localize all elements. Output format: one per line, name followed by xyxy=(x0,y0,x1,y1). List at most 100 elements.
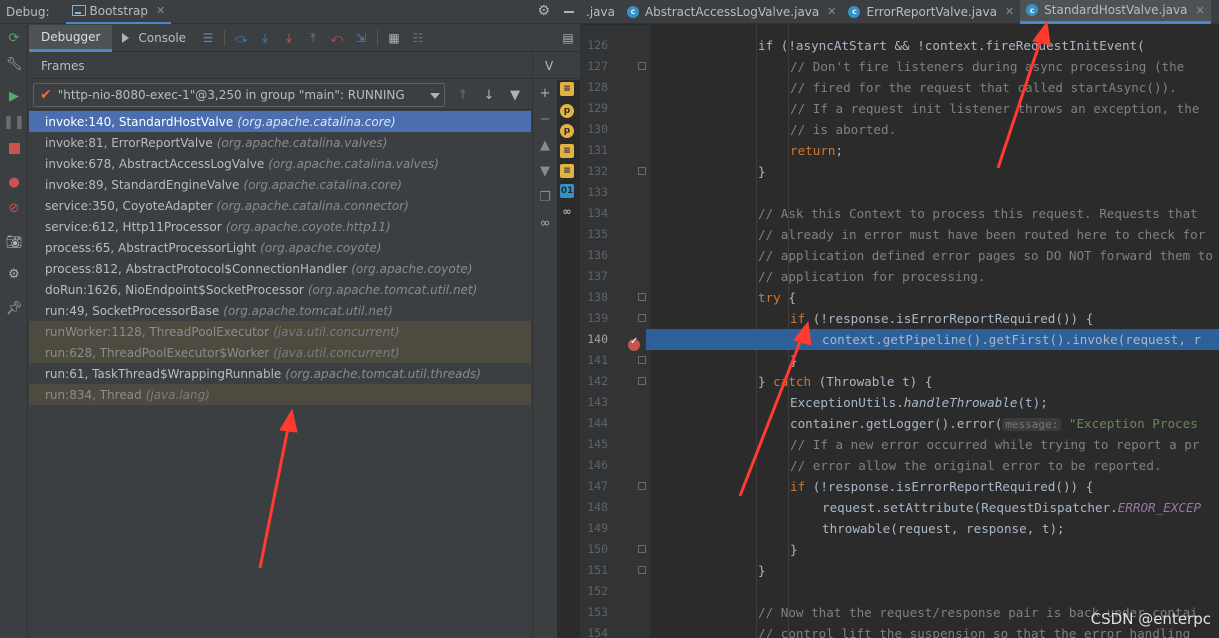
code-line-text: // application for processing. xyxy=(758,266,985,287)
close-icon[interactable]: ✕ xyxy=(827,5,836,18)
step-over-icon[interactable]: ⤼ xyxy=(233,30,249,46)
frame-row[interactable]: runWorker:1128, ThreadPoolExecutor (java.… xyxy=(29,321,531,342)
frame-row[interactable]: service:612, Http11Processor (org.apache.… xyxy=(29,216,531,237)
fold-marker-icon[interactable] xyxy=(638,482,646,490)
thread-select[interactable]: ✔ "http-nio-8080-exec-1"@3,250 in group … xyxy=(33,83,445,107)
settings-icon[interactable]: ⚙ xyxy=(7,267,21,282)
trace-icon[interactable]: ☷ xyxy=(410,30,426,46)
drop-frame-icon[interactable]: ⤺ xyxy=(329,30,345,46)
frame-method: invoke:89, StandardEngineValve xyxy=(45,177,240,192)
frame-row[interactable]: invoke:89, StandardEngineValve (org.apach… xyxy=(29,174,531,195)
pin-icon[interactable]: 📌︎ xyxy=(6,301,23,316)
frame-row[interactable]: run:834, Thread (java.lang) xyxy=(29,384,531,405)
breakpoint-icon[interactable] xyxy=(628,336,640,351)
frame-row[interactable]: run:49, SocketProcessorBase (org.apache.t… xyxy=(29,300,531,321)
frame-package: (org.apache.coyote) xyxy=(351,261,473,276)
arrow-up-icon[interactable]: ↑ xyxy=(455,87,471,103)
frame-package: (org.apache.catalina.connector) xyxy=(216,198,409,213)
stop-icon[interactable] xyxy=(7,141,21,155)
line-number: 148 xyxy=(587,500,608,514)
rerun-icon[interactable]: ⟳ xyxy=(7,31,21,46)
editor-gutter[interactable]: 126 127 128 129 130 131 132 133 134 135 136 137 138 1… xyxy=(580,25,650,638)
tab-debugger[interactable]: Debugger xyxy=(29,24,113,52)
fold-marker-icon[interactable] xyxy=(638,314,646,322)
filter-icon[interactable]: ▼ xyxy=(507,87,523,103)
code-token: (t); xyxy=(1017,395,1048,410)
frame-row[interactable]: run:628, ThreadPoolExecutor$Worker (java.… xyxy=(29,342,531,363)
evaluate-expression-icon[interactable]: ▦ xyxy=(386,30,402,46)
fold-marker-icon[interactable] xyxy=(638,377,646,385)
run-to-cursor-icon[interactable]: ⇲ xyxy=(353,30,369,46)
copy-icon[interactable]: ❐ xyxy=(537,189,553,205)
editor-tab[interactable]: c ErrorReportValve.java ✕ xyxy=(842,0,1020,24)
watch-icon[interactable]: ∞ xyxy=(560,204,574,218)
line-number: 131 xyxy=(587,143,608,157)
editor-tab[interactable]: c AbstractAccessLogValve.java ✕ xyxy=(621,0,843,24)
chevron-down-icon[interactable] xyxy=(430,93,440,99)
frame-row[interactable]: run:61, TaskThread$WrappingRunnable (org.… xyxy=(29,363,531,384)
fold-marker-icon[interactable] xyxy=(638,356,646,364)
view-breakpoints-icon[interactable]: ● xyxy=(7,175,21,190)
field-icon[interactable]: ≡ xyxy=(560,82,574,96)
code-line-text: } xyxy=(790,350,798,371)
code-token: handleThrowable xyxy=(903,395,1018,410)
layout-icon[interactable]: ▤ xyxy=(560,30,576,46)
frame-row[interactable]: service:350, CoyoteAdapter (org.apache.ca… xyxy=(29,195,531,216)
show-execution-point-icon[interactable]: ☰ xyxy=(200,30,216,46)
code-token: } xyxy=(758,563,766,578)
fold-marker-icon[interactable] xyxy=(638,545,646,553)
thread-selector-row: ✔ "http-nio-8080-exec-1"@3,250 in group … xyxy=(29,80,531,110)
array-icon[interactable]: 01 xyxy=(560,184,574,198)
debugger-toolbar: Debugger Console ☰ ⤼ ⤓ ⤓ ⤒ ⤺ ⇲ ▦ ☷ ▤ xyxy=(29,24,580,52)
frame-row[interactable]: process:65, AbstractProcessorLight (org.a… xyxy=(29,237,531,258)
editor-tab[interactable]: c StandardHostValve.java ✕ xyxy=(1020,0,1211,24)
fold-marker-icon[interactable] xyxy=(638,167,646,175)
step-out-icon[interactable]: ⤒ xyxy=(305,30,321,46)
frame-row[interactable]: invoke:140, StandardHostValve (org.apache… xyxy=(29,111,531,132)
parameter-icon[interactable]: p xyxy=(560,124,574,138)
close-icon[interactable]: ✕ xyxy=(156,4,165,17)
frame-package: (org.apache.catalina.valves) xyxy=(268,156,439,171)
frame-package: (org.apache.catalina.core) xyxy=(243,177,402,192)
step-into-icon[interactable]: ⤓ xyxy=(257,30,273,46)
close-icon[interactable]: ✕ xyxy=(1195,4,1204,17)
code-line-text: if (!response.isErrorReportRequired()) { xyxy=(790,308,1093,329)
frame-row[interactable]: doRun:1626, NioEndpoint$SocketProcessor(… xyxy=(29,279,531,300)
fold-marker-icon[interactable] xyxy=(638,293,646,301)
run-config-tab-bootstrap[interactable]: Bootstrap ✕ xyxy=(65,0,172,24)
arrow-down-icon[interactable]: ↓ xyxy=(481,87,497,103)
frame-row[interactable]: invoke:81, ErrorReportValve (org.apache.c… xyxy=(29,132,531,153)
code-token: "Exception Proces xyxy=(1061,416,1198,431)
parameter-icon[interactable]: p xyxy=(560,104,574,118)
gear-icon[interactable]: ⚙ xyxy=(537,3,550,19)
pause-icon[interactable]: ❚❚ xyxy=(3,115,25,130)
mute-breakpoints-icon[interactable]: ⊘ xyxy=(7,201,21,216)
force-step-into-icon[interactable]: ⤓ xyxy=(281,30,297,46)
code-line-text: // already in error must have been route… xyxy=(758,224,1205,245)
close-icon[interactable]: ✕ xyxy=(1005,5,1014,18)
line-number: 152 xyxy=(587,584,608,598)
line-number: 145 xyxy=(587,437,608,451)
frame-row[interactable]: process:812, AbstractProtocol$Connection… xyxy=(29,258,531,279)
wrench-icon[interactable]: 🔧︎ xyxy=(6,57,23,72)
frame-row[interactable]: invoke:678, AbstractAccessLogValve (org.a… xyxy=(29,153,531,174)
tab-console[interactable]: Console xyxy=(112,25,196,52)
code-line-text: // If a new error occurred while trying … xyxy=(790,434,1199,455)
minus-icon[interactable]: − xyxy=(537,111,553,127)
field-icon[interactable]: ≡ xyxy=(560,144,574,158)
camera-icon[interactable]: 📷︎ xyxy=(6,235,23,250)
chevron-down-icon[interactable]: ▼ xyxy=(537,163,553,179)
plus-icon[interactable]: + xyxy=(537,85,553,101)
fold-marker-icon[interactable] xyxy=(638,566,646,574)
minimize-icon[interactable] xyxy=(564,11,574,13)
fold-marker-icon[interactable] xyxy=(638,62,646,70)
chevron-up-icon[interactable]: ▲ xyxy=(537,137,553,153)
resume-icon[interactable]: ▶︎ xyxy=(7,89,21,104)
frame-package: (org.apache.coyote) xyxy=(260,240,382,255)
frame-method: invoke:140, StandardHostValve xyxy=(45,114,234,129)
application-icon xyxy=(71,5,86,16)
code-area[interactable]: if (!asyncAtStart && !context.fireReques… xyxy=(650,25,1219,638)
glasses-icon[interactable]: ∞ xyxy=(537,215,553,231)
field-icon[interactable]: ≡ xyxy=(560,164,574,178)
editor-tab[interactable]: .java xyxy=(580,0,621,24)
